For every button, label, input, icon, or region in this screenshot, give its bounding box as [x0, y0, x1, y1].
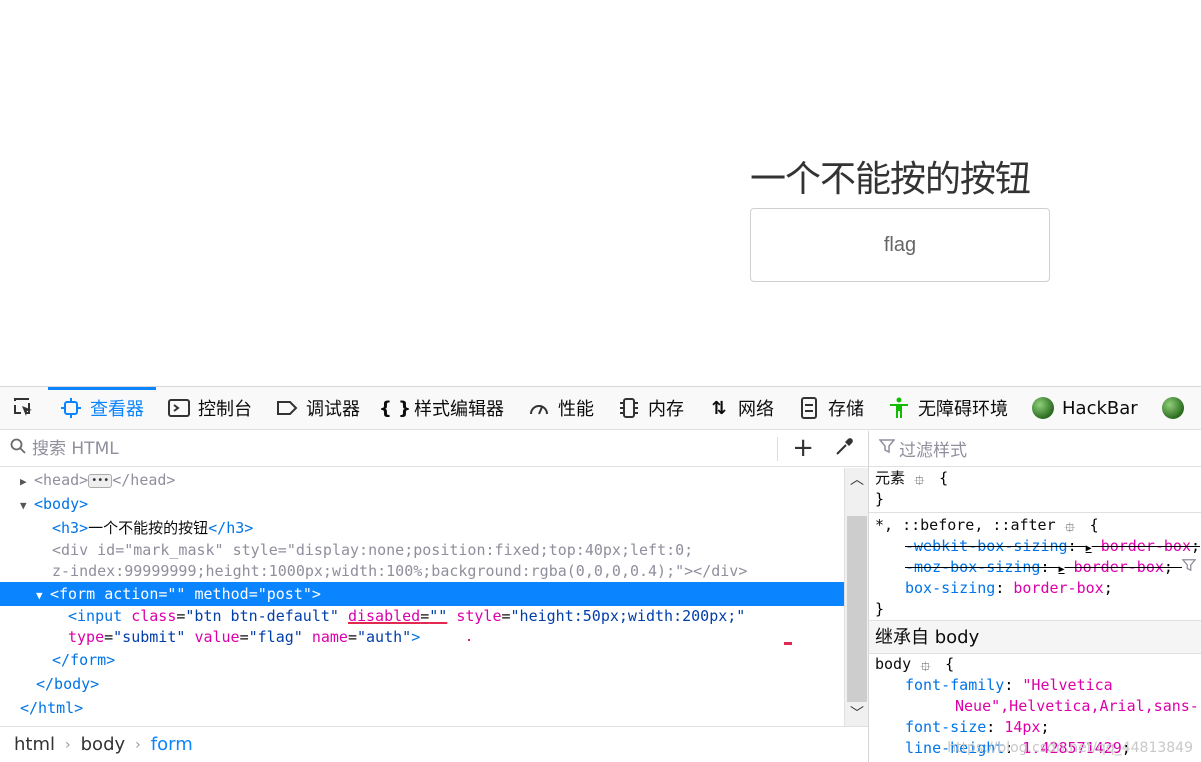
filter-icon	[878, 438, 896, 459]
flag-button[interactable]: flag	[750, 208, 1050, 282]
tab-style-editor[interactable]: { } 样式编辑器	[372, 387, 516, 429]
chevron-right-icon: ›	[65, 736, 71, 753]
tab-debugger[interactable]: 调试器	[264, 387, 372, 429]
gear-icon[interactable]: ⯐	[914, 471, 930, 489]
tab-label: 网络	[738, 399, 774, 420]
scrollbar-thumb[interactable]	[847, 516, 867, 702]
memory-icon	[618, 397, 640, 419]
tab-label: 控制台	[198, 399, 252, 420]
breadcrumb-html[interactable]: html	[14, 734, 55, 755]
breadcrumb: html › body › form	[0, 726, 868, 762]
node-form-close[interactable]: </form>	[0, 642, 845, 672]
node-html-close[interactable]: </html>	[0, 696, 845, 720]
node-body-close[interactable]: </body>	[0, 672, 845, 696]
breadcrumb-body[interactable]: body	[81, 734, 126, 755]
scroll-down-icon[interactable]: ﹀	[845, 702, 869, 726]
disabled-attribute[interactable]: disabled	[348, 607, 420, 625]
node-input[interactable]: <input class="btn btn-default" disabled=…	[0, 606, 845, 627]
rules-pane: 过滤样式 元素 ⯐ { } *, ::before, ::after ⯐ {b …	[869, 431, 1201, 762]
node-form-selected[interactable]: ▼ <form action="" method="post">	[0, 582, 845, 606]
tab-inspector[interactable]: 查看器	[48, 387, 156, 429]
css-rules: 元素 ⯐ { } *, ::before, ::after ⯐ {b -webk…	[869, 468, 1201, 759]
style-editor-icon: { }	[379, 397, 411, 419]
html-search-input[interactable]	[30, 437, 730, 460]
expand-arrow-icon[interactable]: ▶	[20, 470, 34, 494]
collapsed-ellipsis-icon[interactable]: •••	[88, 473, 113, 488]
page-heading: 一个不能按的按钮	[750, 159, 1031, 200]
rule-selector: body	[875, 655, 912, 673]
gear-icon[interactable]: ⯐	[920, 657, 936, 675]
tab-label: 无障碍环境	[918, 399, 1008, 420]
tab-console[interactable]: 控制台	[156, 387, 264, 429]
node-div-mark-mask-cont: z-index:99999999;height:1000px;width:100…	[52, 562, 748, 580]
tab-label: 性能	[558, 399, 594, 420]
devtools-toolbar: 查看器 控制台 调试器 { } 样式编辑器 性能 内存 ⇅ 网络 存储 无障碍环…	[0, 387, 1201, 430]
tab-label: HackBar	[1062, 397, 1138, 419]
tab-label: 样式编辑器	[414, 399, 504, 420]
rule-selector: *, ::before, ::after	[875, 516, 1056, 534]
annotation-mark	[784, 642, 792, 645]
play-icon: ▶	[1085, 543, 1092, 554]
markup-scrollbar[interactable]: ︿ ﹀	[844, 468, 868, 726]
markup-pane: + ▶<head>•••</head> ▼<body> <h3>一个不能按的按钮…	[0, 431, 869, 762]
network-icon: ⇅	[711, 397, 727, 419]
tab-network[interactable]: ⇅ 网络	[696, 387, 786, 429]
extension-icon	[1161, 397, 1184, 419]
rule-element: 元素 ⯐ { }	[875, 469, 949, 508]
scroll-up-icon[interactable]: ︿	[845, 468, 869, 492]
tab-label: 内存	[648, 399, 684, 420]
devtools-panel: 查看器 控制台 调试器 { } 样式编辑器 性能 内存 ⇅ 网络 存储 无障碍环…	[0, 386, 1201, 762]
node-h3[interactable]: <h3>一个不能按的按钮</h3>	[0, 516, 845, 540]
tab-overflow[interactable]	[1150, 387, 1196, 429]
watermark: https://blog.csdn.net/qq_44813849	[947, 740, 1193, 756]
markup-tree: ▶ <head> ••• </head> ▼ <body> <h3>一个不能按的按钮</…	[0, 468, 845, 726]
storage-icon	[798, 397, 820, 419]
tab-label: 存储	[828, 399, 864, 420]
node-div-mark-mask[interactable]: <div id="mark_mask" style="display:none;…	[0, 540, 845, 561]
tab-hackbar[interactable]: HackBar	[1020, 387, 1150, 429]
filter-styles-input[interactable]: 过滤样式	[899, 436, 967, 461]
search-icon	[10, 438, 26, 459]
filter-icon[interactable]	[1181, 557, 1197, 578]
tab-performance[interactable]: 性能	[516, 387, 606, 429]
tab-memory[interactable]: 内存	[606, 387, 696, 429]
node-input-cont: type="submit" value="flag" name="auth">	[0, 627, 845, 648]
add-node-icon[interactable]: +	[792, 435, 814, 461]
pick-element-icon	[13, 397, 35, 419]
tab-accessibility[interactable]: 无障碍环境	[876, 387, 1020, 429]
chevron-right-icon: ›	[135, 736, 141, 753]
node-head[interactable]: ▶ <head> ••• </head>	[0, 468, 845, 492]
collapse-arrow-icon[interactable]: ▼	[36, 584, 50, 608]
inherited-header: 继承自 body	[869, 620, 1201, 654]
divider	[777, 437, 778, 461]
tab-label: 查看器	[90, 399, 144, 420]
eyedropper-icon[interactable]	[834, 437, 854, 462]
page-preview: 一个不能按的按钮 flag	[0, 0, 1201, 386]
inspector-icon	[60, 397, 82, 419]
node-body[interactable]: ▼ <body>	[0, 492, 845, 516]
console-icon	[168, 397, 190, 419]
accessibility-icon	[888, 397, 910, 419]
tab-label: 调试器	[306, 399, 360, 420]
html-search-bar: +	[0, 431, 868, 467]
play-icon: ▶	[1058, 564, 1065, 575]
gear-icon[interactable]: ⯐	[1065, 518, 1081, 536]
performance-icon	[528, 397, 550, 419]
collapse-arrow-icon[interactable]: ▼	[20, 494, 34, 518]
rule-selector: 元素	[875, 469, 906, 487]
element-picker-button[interactable]	[0, 387, 48, 429]
hackbar-icon	[1032, 397, 1054, 419]
annotation-mark	[468, 639, 470, 641]
filter-styles-bar[interactable]: 过滤样式	[869, 431, 1201, 467]
rule-universal: *, ::before, ::after ⯐ {b -webkit-box-si…	[869, 515, 1201, 620]
devtools-panes: + ▶<head>•••</head> ▼<body> <h3>一个不能按的按钮…	[0, 431, 1201, 762]
debugger-icon	[276, 397, 298, 419]
tab-storage[interactable]: 存储	[786, 387, 876, 429]
breadcrumb-form[interactable]: form	[151, 734, 193, 755]
